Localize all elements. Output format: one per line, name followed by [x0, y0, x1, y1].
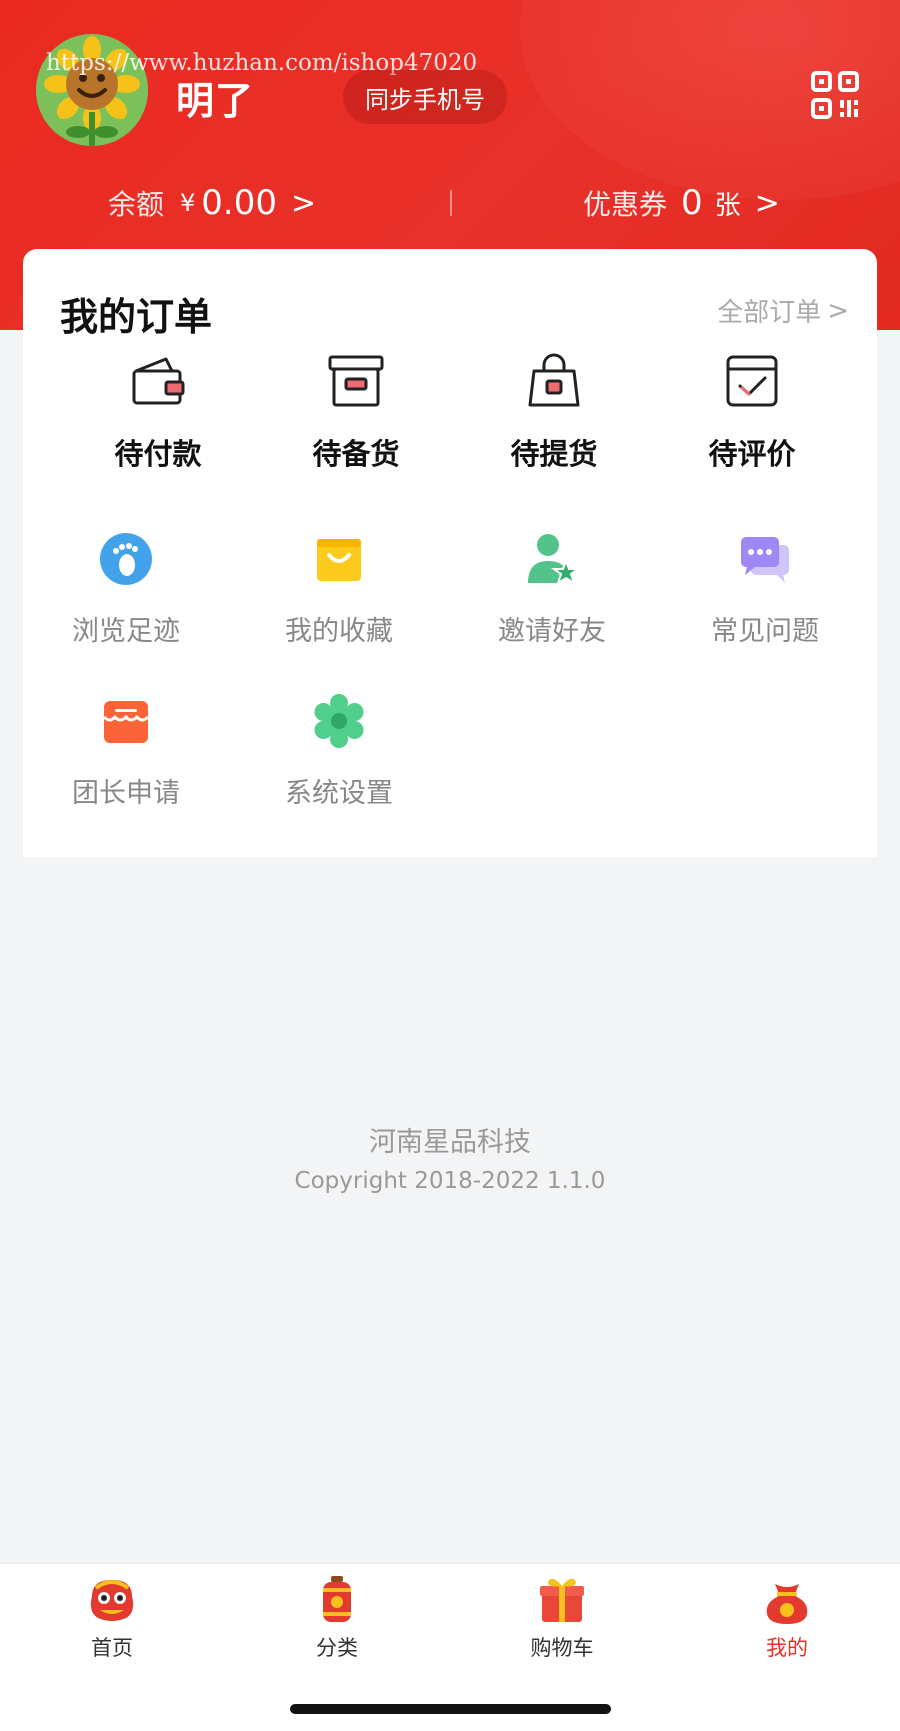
faq-chat-icon: [741, 537, 789, 583]
sync-phone-button[interactable]: 同步手机号: [343, 70, 507, 124]
orders-title: 我的订单: [60, 295, 213, 339]
tool-label: 邀请好友: [498, 616, 606, 647]
order-status-label: 待备货: [312, 437, 400, 471]
tool-label: 系统设置: [285, 778, 393, 809]
qr-code-button[interactable]: [810, 70, 860, 120]
all-orders-link[interactable]: 全部订单 >: [717, 292, 849, 329]
tab-label: 购物车: [530, 1636, 594, 1660]
tab-label: 我的: [766, 1636, 808, 1660]
username: 明了: [176, 79, 255, 123]
balance-currency: ¥: [180, 189, 196, 217]
tool-invite-friends[interactable]: 邀请好友: [457, 531, 647, 661]
order-status-label: 待付款: [114, 437, 202, 471]
tab-home[interactable]: 首页: [32, 1574, 192, 1674]
tool-label: 团长申请: [72, 778, 180, 809]
tool-leader-apply[interactable]: 团长申请: [31, 693, 221, 823]
coupon-label: 优惠券: [583, 188, 668, 221]
order-pending-review[interactable]: 待评价: [652, 349, 852, 479]
tool-favorites[interactable]: 我的收藏: [244, 531, 434, 661]
tool-system-settings[interactable]: 系统设置: [244, 693, 434, 823]
copyright-text: Copyright 2018-2022 1.1.0: [294, 1168, 606, 1194]
gift-box-icon: [540, 1578, 584, 1622]
orders-card: 我的订单 全部订单 > 待付款 待备货 待提货 待评价 浏览足迹 我的收藏 邀请…: [23, 249, 877, 857]
tool-label: 浏览足迹: [72, 616, 180, 647]
order-status-label: 待提货: [510, 437, 598, 471]
balance-divider: [450, 190, 452, 216]
qr-code-icon: [811, 71, 859, 119]
chevron-right-icon: >: [754, 185, 780, 221]
wallet-icon: [132, 357, 185, 405]
coupon-link[interactable]: 优惠券 0 张 >: [583, 180, 780, 226]
favorite-bag-icon: [317, 539, 361, 581]
tab-mine[interactable]: 我的: [707, 1574, 867, 1674]
shopping-bag-icon: [528, 353, 580, 407]
tool-label: 常见问题: [711, 616, 819, 647]
tool-label: 我的收藏: [285, 616, 393, 647]
chevron-right-icon: >: [827, 295, 849, 326]
company-name: 河南星品科技: [369, 1127, 531, 1158]
tab-label: 首页: [91, 1636, 133, 1660]
calendar-check-icon: [726, 355, 778, 407]
store-icon: [102, 701, 150, 743]
balance-value: 0.00: [201, 183, 277, 223]
order-status-label: 待评价: [708, 437, 796, 471]
home-indicator[interactable]: [290, 1704, 611, 1714]
balance-link[interactable]: 余额 ¥ 0.00 >: [108, 180, 316, 226]
tab-cart[interactable]: 购物车: [482, 1574, 642, 1674]
all-orders-label: 全部订单: [717, 298, 822, 328]
coupon-count: 0: [681, 183, 703, 223]
order-pending-stock[interactable]: 待备货: [256, 349, 456, 479]
balance-label: 余额: [108, 188, 165, 221]
order-pending-payment[interactable]: 待付款: [58, 349, 258, 479]
invite-friend-icon: [528, 534, 580, 586]
tab-category[interactable]: 分类: [257, 1574, 417, 1674]
footprint-icon: [100, 533, 152, 585]
lucky-bag-icon: [766, 1584, 808, 1624]
tab-label: 分类: [316, 1636, 358, 1660]
lion-dance-icon: [90, 1580, 134, 1621]
tool-faq[interactable]: 常见问题: [670, 531, 860, 661]
gear-icon: [314, 694, 364, 748]
order-pending-pickup[interactable]: 待提货: [454, 349, 654, 479]
tool-browse-history[interactable]: 浏览足迹: [31, 531, 221, 661]
box-icon: [328, 355, 384, 407]
chevron-right-icon: >: [291, 185, 317, 221]
lantern-icon: [323, 1576, 351, 1622]
coupon-unit: 张: [714, 190, 741, 221]
